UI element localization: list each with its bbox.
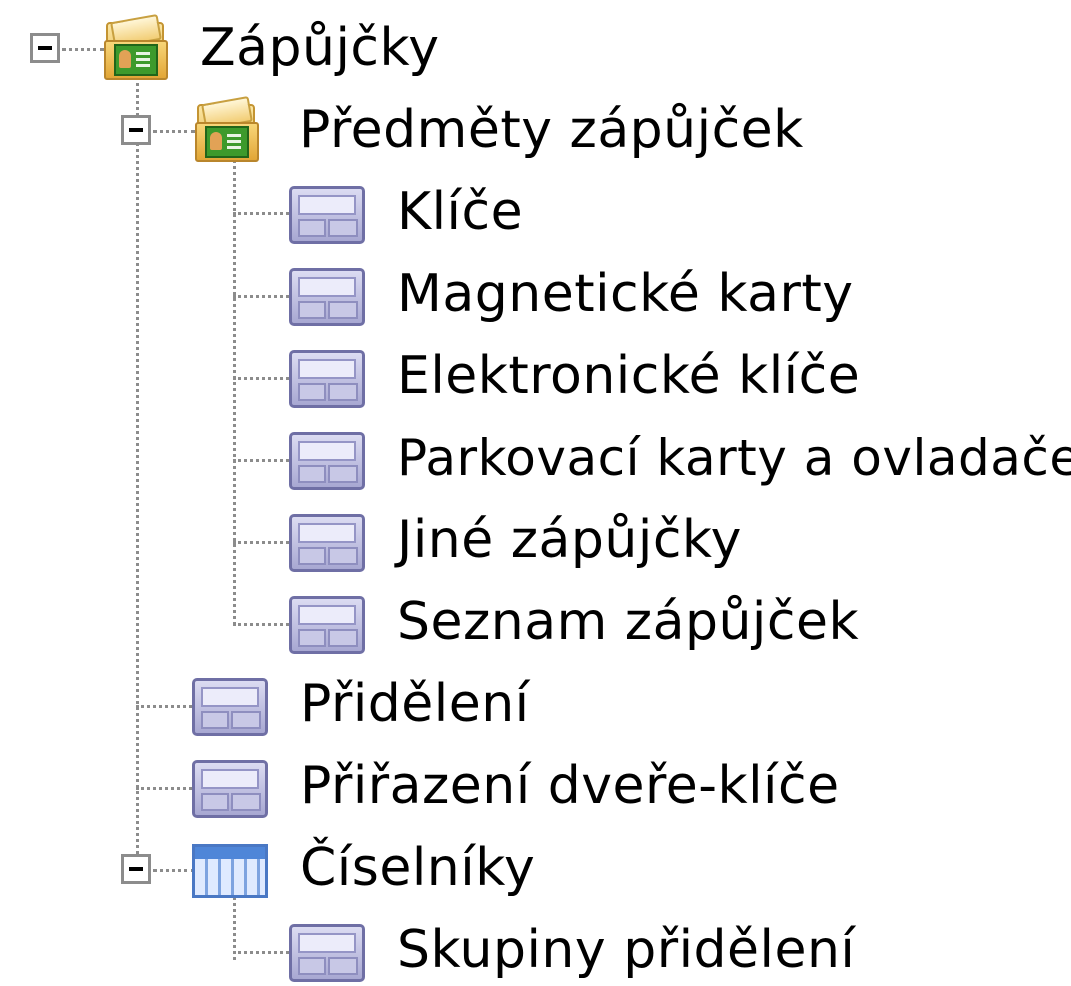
- form-icon: [192, 678, 268, 736]
- tree-node-skupiny-prideleni[interactable]: Skupiny přidělení: [289, 914, 855, 986]
- tree-node-prideleni[interactable]: Přidělení: [192, 668, 532, 740]
- tree-node-label: Přiřazení dveře-klíče: [300, 756, 840, 816]
- tree-connector: [233, 377, 289, 380]
- tree-node-label: Skupiny přidělení: [397, 920, 856, 980]
- navigation-tree: Zápůjčky Předměty zápůjček Klíče Magneti…: [0, 0, 1071, 982]
- tree-connector: [233, 160, 236, 625]
- form-icon: [289, 514, 365, 572]
- tree-connector: [153, 869, 195, 872]
- tree-connector: [233, 212, 289, 215]
- form-icon: [289, 268, 365, 326]
- form-icon: [289, 924, 365, 982]
- collapse-toggle-zapujcky[interactable]: [30, 33, 60, 63]
- tree-connector: [136, 787, 192, 790]
- minus-icon: [129, 128, 143, 132]
- tree-node-klice[interactable]: Klíče: [289, 176, 539, 248]
- tree-connector: [136, 60, 139, 860]
- tree-node-ciselniky[interactable]: Číselníky: [192, 832, 552, 904]
- tree-connector: [233, 623, 289, 626]
- tree-node-predmety-zapujcek[interactable]: Předměty zápůjček: [195, 94, 803, 166]
- tree-node-elektronicke-klice[interactable]: Elektronické klíče: [289, 340, 860, 412]
- tree-connector: [136, 705, 192, 708]
- form-icon: [289, 350, 365, 408]
- collapse-toggle-predmety[interactable]: [121, 115, 151, 145]
- tree-node-jine-zapujcky[interactable]: Jiné zápůjčky: [289, 504, 742, 576]
- collapse-toggle-ciselniky[interactable]: [121, 854, 151, 884]
- tree-connector: [153, 130, 195, 133]
- tree-node-label: Seznam zápůjček: [397, 592, 860, 652]
- tree-node-label: Magnetické karty: [397, 264, 854, 324]
- tree-node-label: Klíče: [397, 182, 524, 242]
- tree-node-prirazeni-dvere-klice[interactable]: Přiřazení dveře-klíče: [192, 750, 852, 822]
- folder-contacts-icon: [104, 14, 168, 80]
- tree-node-label: Zápůjčky: [200, 18, 440, 78]
- tree-connector: [233, 459, 289, 462]
- tree-node-zapujcky[interactable]: Zápůjčky: [104, 12, 444, 84]
- tree-node-label: Jiné zápůjčky: [397, 510, 742, 570]
- table-grid-icon: [192, 844, 268, 898]
- form-icon: [289, 596, 365, 654]
- form-icon: [289, 432, 365, 490]
- form-icon: [289, 186, 365, 244]
- tree-node-label: Parkovací karty a ovladače: [397, 429, 1071, 487]
- minus-icon: [129, 867, 143, 871]
- tree-node-label: Elektronické klíče: [397, 346, 861, 406]
- tree-node-label: Přidělení: [300, 674, 530, 734]
- minus-icon: [38, 46, 52, 50]
- tree-connector: [233, 951, 289, 954]
- tree-node-label: Číselníky: [300, 838, 536, 898]
- form-icon: [192, 760, 268, 818]
- folder-contacts-icon: [195, 96, 259, 162]
- tree-node-seznam-zapujcek[interactable]: Seznam zápůjček: [289, 586, 859, 658]
- tree-connector: [62, 48, 104, 51]
- tree-node-parkovaci-karty[interactable]: Parkovací karty a ovladače: [289, 422, 1071, 494]
- tree-node-magneticke-karty[interactable]: Magnetické karty: [289, 258, 853, 330]
- tree-node-label: Předměty zápůjček: [299, 100, 804, 160]
- tree-connector: [233, 541, 289, 544]
- tree-connector: [233, 295, 289, 298]
